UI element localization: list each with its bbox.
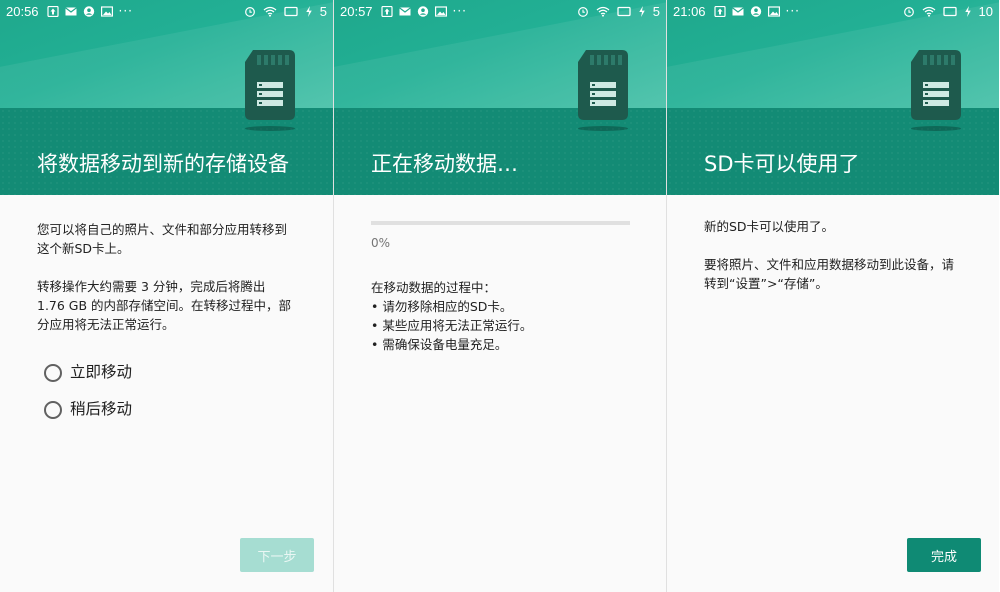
wifi-icon [596, 6, 610, 17]
radio-option-move-later[interactable]: 稍后移动 [37, 391, 296, 428]
page-title: 将数据移动到新的存储设备 [37, 152, 289, 176]
more-icon: ··· [785, 4, 800, 18]
description-text: 要将照片、文件和应用数据移动到此设备，请转到“设置”>“存储”。 [704, 257, 955, 291]
status-bar: 20:57 ··· 5 [334, 0, 666, 22]
screen-moving-data: 20:57 ··· 5 正在移动数据… 0% 在移动数据的过程中： • 请勿移除… [333, 0, 666, 592]
list-item: • 需确保设备电量充足。 [371, 337, 508, 352]
list-item: • 某些应用将无法正常运行。 [371, 318, 533, 333]
content-body: 0% 在移动数据的过程中： • 请勿移除相应的SD卡。 • 某些应用将无法正常运… [334, 221, 666, 354]
progress-percent: 0% [371, 236, 391, 250]
image-icon [100, 5, 113, 17]
charging-icon [964, 5, 971, 17]
alarm-icon [577, 6, 588, 17]
account-icon [417, 5, 428, 17]
sd-card-icon [578, 50, 628, 120]
radio-button-icon[interactable] [44, 400, 62, 419]
screen-icon [617, 6, 631, 16]
radio-button-icon[interactable] [44, 363, 62, 382]
content-body: 您可以将自己的照片、文件和部分应用转移到这个新SD卡上。 转移操作大约需要 3 … [0, 220, 333, 428]
sd-card-icon [245, 50, 295, 120]
alarm-icon [244, 6, 255, 17]
status-time: 20:56 [6, 3, 39, 19]
hero-header: 21:06 ··· 10 SD卡可以使用了 [667, 0, 999, 195]
list-item: • 请勿移除相应的SD卡。 [371, 299, 513, 314]
wifi-icon [263, 6, 277, 17]
radio-label: 立即移动 [70, 363, 133, 381]
page-title: SD卡可以使用了 [704, 152, 860, 176]
radio-label: 稍后移动 [70, 400, 133, 418]
next-button[interactable]: 下一步 [240, 538, 314, 572]
content-body: 新的SD卡可以使用了。 要将照片、文件和应用数据移动到此设备，请转到“设置”>“… [667, 217, 999, 293]
image-icon [434, 5, 447, 17]
progress-bar [371, 221, 630, 225]
mail-icon [64, 6, 77, 15]
status-time: 21:06 [673, 3, 706, 19]
description-text: 转移操作大约需要 3 分钟，完成后将腾出 1.76 GB 的内部存储空间。在转移… [37, 279, 292, 332]
wifi-icon [922, 6, 935, 17]
battery-level: 5 [652, 3, 660, 19]
status-bar: 21:06 ··· 10 [667, 0, 999, 22]
screen-icon [284, 6, 298, 16]
screen-icon [942, 6, 957, 16]
upload-icon [46, 5, 59, 17]
radio-option-move-now[interactable]: 立即移动 [37, 354, 296, 391]
battery-level: 10 [978, 3, 993, 19]
account-icon [83, 5, 94, 17]
description-text: 新的SD卡可以使用了。 [704, 219, 835, 234]
hero-header: 20:57 ··· 5 正在移动数据… [334, 0, 666, 195]
done-button[interactable]: 完成 [907, 538, 981, 572]
upload-icon [713, 5, 726, 17]
screen-sd-ready: 21:06 ··· 10 SD卡可以使用了 新的SD卡可以使用了。 要将照片、文… [666, 0, 999, 592]
more-icon: ··· [452, 4, 467, 18]
description-text: 您可以将自己的照片、文件和部分应用转移到这个新SD卡上。 [37, 222, 288, 256]
charging-icon [306, 5, 312, 17]
screens-container: 20:56 ··· 5 将数据移动到新的存储设备 您可以将自己的照片、文件和部分… [0, 0, 1000, 592]
alarm-icon [903, 6, 914, 17]
mail-icon [731, 6, 744, 15]
upload-icon [380, 5, 393, 17]
battery-level: 5 [319, 3, 327, 19]
notes-heading: 在移动数据的过程中： [371, 280, 497, 295]
hero-header: 20:56 ··· 5 将数据移动到新的存储设备 [0, 0, 333, 195]
mail-icon [398, 6, 411, 15]
page-title: 正在移动数据… [371, 152, 518, 176]
status-time: 20:57 [340, 3, 373, 19]
radio-group: 立即移动 稍后移动 [37, 354, 296, 428]
image-icon [767, 5, 780, 17]
more-icon: ··· [118, 4, 133, 18]
sd-card-icon [911, 50, 961, 120]
status-bar: 20:56 ··· 5 [0, 0, 333, 22]
screen-move-data-choice: 20:56 ··· 5 将数据移动到新的存储设备 您可以将自己的照片、文件和部分… [0, 0, 333, 592]
charging-icon [639, 5, 645, 17]
notes-list: 在移动数据的过程中： • 请勿移除相应的SD卡。 • 某些应用将无法正常运行。 … [371, 278, 629, 354]
account-icon [750, 5, 761, 17]
